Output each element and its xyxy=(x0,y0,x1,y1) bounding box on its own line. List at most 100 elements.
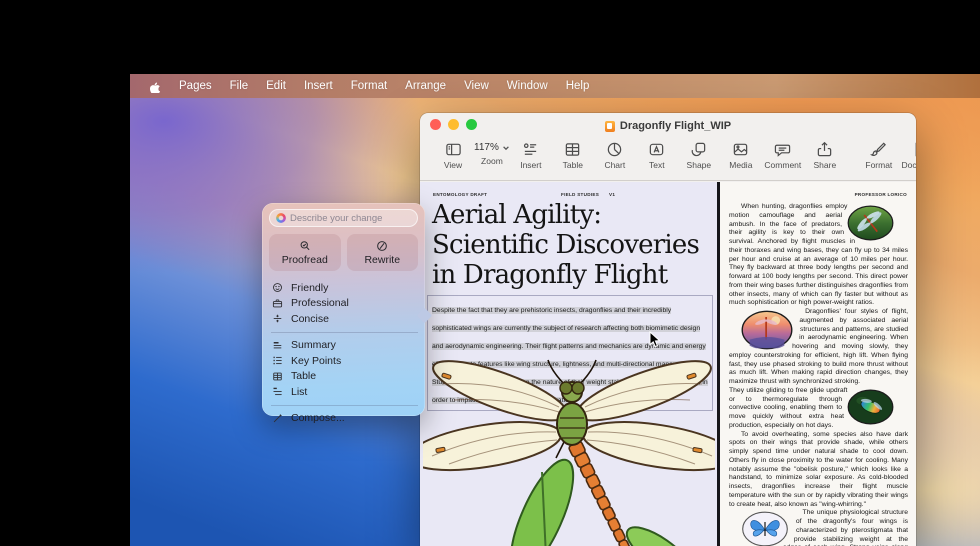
article-paragraph[interactable]: They utilize gliding to free glide updra… xyxy=(729,387,908,431)
desktop-wallpaper: Pages File Edit Insert Format Arrange View Wind… xyxy=(130,74,980,546)
toolbar-button[interactable]: Table xyxy=(552,137,594,170)
insert-icon xyxy=(522,141,539,158)
traffic-lights xyxy=(430,119,477,130)
rewrite-icon xyxy=(376,240,388,252)
compose-menu: Compose... xyxy=(269,411,418,427)
fullscreen-button[interactable] xyxy=(466,119,477,130)
menu-items: Pages File Edit Insert Format Arrange View Wind… xyxy=(179,80,589,92)
writing-tools-menu-item[interactable]: List xyxy=(269,384,418,400)
toolbar-button[interactable]: Share xyxy=(804,137,846,170)
writing-tools-menu-item[interactable]: Concise xyxy=(269,311,418,327)
toolbar-button[interactable]: Shape xyxy=(678,137,720,170)
menu-item[interactable]: Arrange xyxy=(405,80,446,92)
window-title-group: Dragonfly Flight_WIP xyxy=(605,116,731,132)
smiley-icon xyxy=(272,282,283,293)
text-icon xyxy=(648,141,665,158)
document-heading[interactable]: Aerial Agility: Scientific Discoveries i… xyxy=(432,200,710,290)
apple-menu[interactable] xyxy=(148,79,161,94)
toolbar-button-label: Shape xyxy=(687,160,712,170)
window-titlebar[interactable]: Dragonfly Flight_WIP xyxy=(420,113,916,135)
input-placeholder: Describe your change xyxy=(290,213,382,224)
compose-menu-item[interactable]: Compose... xyxy=(269,411,418,427)
toolbar-button[interactable]: Media xyxy=(720,137,762,170)
menu-item[interactable]: Help xyxy=(566,80,590,92)
action-label: Rewrite xyxy=(364,254,400,266)
writing-tools-popup: Describe your change Proofread Rewrite F… xyxy=(262,203,425,416)
close-button[interactable] xyxy=(430,119,441,130)
butterfly-oval[interactable] xyxy=(739,511,791,546)
article-paragraph[interactable]: Dragonflies' four styles of flight, augm… xyxy=(729,308,908,387)
article-text: When hunting, dragonflies employ motion … xyxy=(729,203,908,546)
toolbar-button[interactable]: Comment xyxy=(762,137,804,170)
toolbar-button[interactable]: Chart xyxy=(594,137,636,170)
menu-item-label: Concise xyxy=(291,313,329,325)
page-kicker-row: ENTOMOLOGY DRAFT FIELD STUDIES V1 xyxy=(433,192,704,197)
toolbar-center: Insert Table Chart Text Shape Media Comm… xyxy=(510,137,846,170)
kicker-left: ENTOMOLOGY DRAFT xyxy=(433,192,487,197)
format-icon xyxy=(870,141,887,158)
action-label: Proofread xyxy=(282,254,328,266)
screenshot-canvas: Pages File Edit Insert Format Arrange View Wind… xyxy=(0,0,980,546)
briefcase-icon xyxy=(272,298,283,309)
toolbar-button[interactable]: View xyxy=(432,137,474,170)
writing-tools-action-button[interactable]: Proofread xyxy=(269,234,341,271)
keypoints-icon xyxy=(272,355,283,366)
writing-tools-action-button[interactable]: Rewrite xyxy=(347,234,419,271)
toolbar-button-label: Comment xyxy=(764,160,801,170)
writing-tools-actions: Proofread Rewrite xyxy=(269,234,418,271)
chevron-down-icon xyxy=(502,144,510,152)
toolbar-button-label: Media xyxy=(729,160,752,170)
menu-item-label: Friendly xyxy=(291,282,328,294)
toolbar-left: View xyxy=(432,137,474,170)
writing-tools-menu-item[interactable]: Table xyxy=(269,369,418,385)
table-icon xyxy=(564,141,581,158)
menu-item[interactable]: File xyxy=(230,80,249,92)
concise-icon xyxy=(272,313,283,324)
zoom-control[interactable]: 117% Zoom xyxy=(474,137,510,166)
minimize-button[interactable] xyxy=(448,119,459,130)
describe-change-input[interactable]: Describe your change xyxy=(269,209,418,227)
menu-item[interactable]: Pages xyxy=(179,80,212,92)
comment-icon xyxy=(774,141,791,158)
kicker-center: FIELD STUDIES xyxy=(561,192,599,197)
toolbar-button[interactable]: Text xyxy=(636,137,678,170)
toolbar-button-label: Insert xyxy=(520,160,541,170)
menu-item[interactable]: View xyxy=(464,80,489,92)
toolbar-button-label: Chart xyxy=(604,160,625,170)
article-paragraph[interactable]: To avoid overheating, some species also … xyxy=(729,431,908,510)
popup-divider xyxy=(271,332,418,333)
article-paragraph[interactable]: When hunting, dragonflies employ motion … xyxy=(729,203,908,308)
toolbar-button[interactable]: Insert xyxy=(510,137,552,170)
toolbar: View 117% Zoom Insert Table Chart Text xyxy=(420,135,916,181)
toolbar-button-label: Text xyxy=(649,160,665,170)
toolbar-button[interactable]: Format xyxy=(858,137,900,170)
writing-tools-menu-item[interactable]: Summary xyxy=(269,338,418,354)
menu-item[interactable]: Insert xyxy=(304,80,333,92)
dragonfly-illustration[interactable] xyxy=(423,352,715,546)
popup-divider xyxy=(271,405,418,406)
document-canvas: ENTOMOLOGY DRAFT FIELD STUDIES V1 Aerial… xyxy=(420,182,916,546)
writing-tools-menu-item[interactable]: Professional xyxy=(269,296,418,312)
article-paragraph[interactable]: The unique physiological structure of th… xyxy=(729,509,908,546)
green-dragonfly-oval[interactable] xyxy=(847,205,894,241)
document-page-2[interactable]: PROFESSOR LORICO When hunting, dragonfli… xyxy=(720,182,916,546)
summary-icon xyxy=(272,340,283,351)
proofread-icon xyxy=(299,240,311,252)
menu-item-label: Compose... xyxy=(291,412,345,424)
menu-item[interactable]: Window xyxy=(507,80,548,92)
sunset-dragonfly-oval[interactable] xyxy=(739,310,795,350)
writing-tools-menu-item[interactable]: Friendly xyxy=(269,280,418,296)
document-icon xyxy=(912,141,916,158)
menu-item-label: Professional xyxy=(291,297,349,309)
writing-tools-menu-item[interactable]: Key Points xyxy=(269,353,418,369)
share-icon xyxy=(816,141,833,158)
toolbar-button[interactable]: Document xyxy=(900,137,916,170)
beetle-dragonfly-oval[interactable] xyxy=(847,389,894,425)
list-icon xyxy=(272,386,283,397)
menu-item[interactable]: Format xyxy=(351,80,387,92)
document-page-1[interactable]: ENTOMOLOGY DRAFT FIELD STUDIES V1 Aerial… xyxy=(420,182,717,546)
toolbar-button-label: View xyxy=(444,160,462,170)
menu-item[interactable]: Edit xyxy=(266,80,286,92)
menu-item-label: Table xyxy=(291,370,316,382)
tone-menu: Friendly Professional Concise xyxy=(269,280,418,327)
